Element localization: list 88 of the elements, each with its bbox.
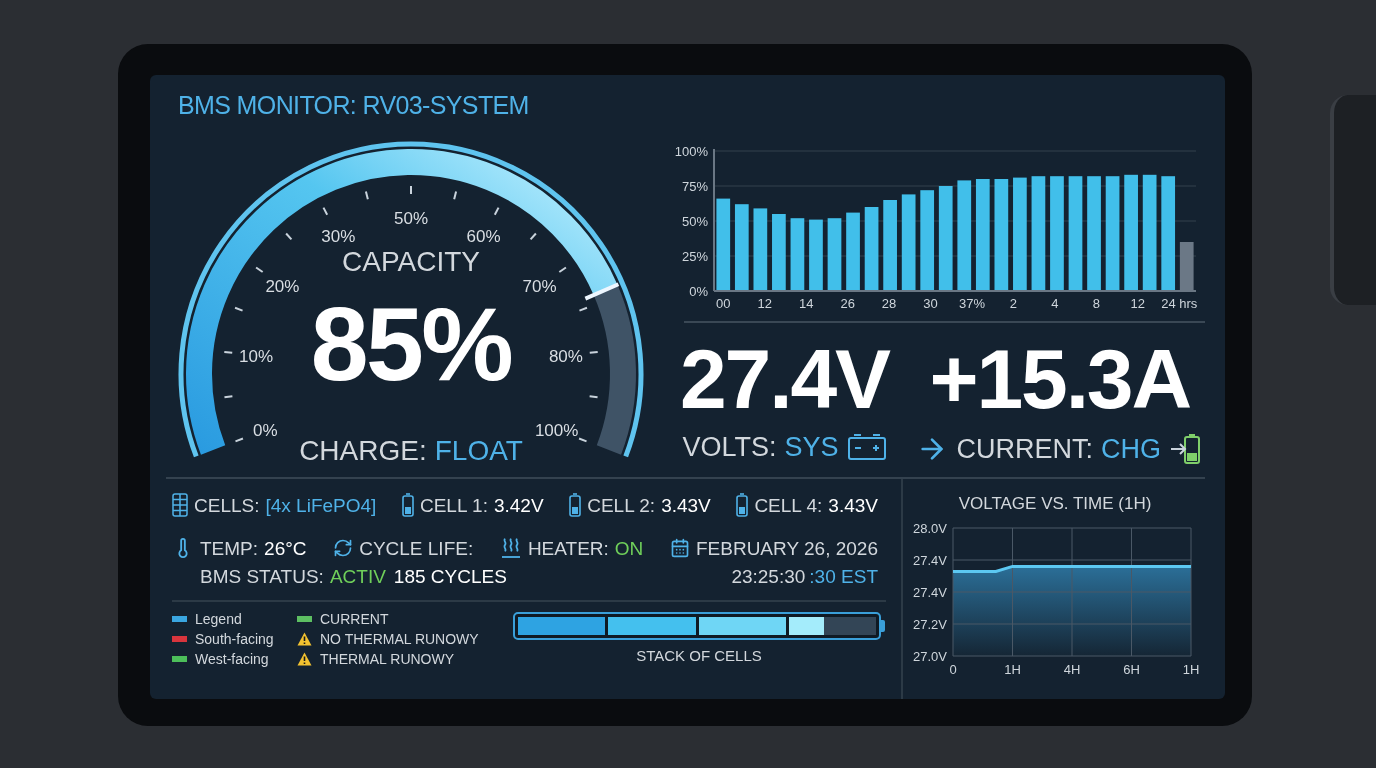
dashboard-title: BMS MONITOR: RV03-SYSTEM xyxy=(178,93,530,118)
stat-value: ON xyxy=(614,538,644,558)
axis-label: 4H xyxy=(1063,662,1081,677)
axis-label: 27.4V xyxy=(913,585,947,600)
axis-label: 100% xyxy=(674,144,708,159)
axis-label: 0 xyxy=(949,662,957,677)
axis-label: 0% xyxy=(689,284,708,299)
axis-label: 28.0V xyxy=(913,521,947,536)
gauge-label: 10% xyxy=(239,346,274,366)
cycle-count: 185 CYCLES xyxy=(393,567,507,586)
gauge-label: 20% xyxy=(265,276,300,296)
axis-label: 27.0V xyxy=(913,649,947,664)
gauge-label: 70% xyxy=(522,276,557,296)
axis-label: 28 xyxy=(881,296,897,311)
refresh-icon xyxy=(333,538,354,558)
readout-label: VOLTS: xyxy=(682,433,777,461)
time-text: 23:25:30 xyxy=(731,567,806,586)
warning-icon xyxy=(297,651,312,666)
stat-value: 3.43V xyxy=(828,495,878,515)
axis-label: 00 xyxy=(716,296,731,311)
axis-label: 27.2V xyxy=(913,617,947,632)
bms-status-value: ACTIV xyxy=(329,567,386,586)
chart-title: VOLTAGE VS. TIME (1H) xyxy=(958,495,1152,512)
capacity-heading: CAPACITY xyxy=(342,248,480,276)
gauge-label: 0% xyxy=(253,420,278,440)
axis-label: 75% xyxy=(681,179,708,194)
stat-label: HEATER: xyxy=(527,538,609,558)
axis-label: 25% xyxy=(681,249,708,264)
gauge-label: 80% xyxy=(548,346,583,366)
axis-label: 26 xyxy=(840,296,855,311)
current-value: +15.3A xyxy=(929,337,1191,421)
readout-label: CURRENT: xyxy=(956,435,1093,463)
battery-charge-icon xyxy=(1169,433,1203,465)
readout-mode: CHG xyxy=(1101,435,1161,463)
legend-label: South-facing xyxy=(195,631,274,646)
stat-label: CYCLE LIFE: xyxy=(359,538,474,558)
calendar-icon xyxy=(669,538,690,558)
axis-label: 24 hrs xyxy=(1161,296,1198,311)
stat-value: 3.43V xyxy=(661,495,711,515)
car-battery-icon xyxy=(846,433,887,461)
stat-label: TEMP: xyxy=(200,538,259,558)
legend-label: NO THERMAL RUNOWY xyxy=(320,631,479,646)
gauge-label: 50% xyxy=(394,209,428,228)
axis-label: 1H xyxy=(1004,662,1021,677)
battery-icon xyxy=(736,493,749,517)
stat-value: 3.42V xyxy=(493,495,544,515)
readout-mode: SYS xyxy=(784,433,839,461)
capacity-value: 85% xyxy=(310,292,512,396)
history-bar xyxy=(1179,242,1194,291)
axis-label: 37% xyxy=(959,296,986,311)
charge-label: CHARGE: xyxy=(299,437,427,465)
axis-label: 14 xyxy=(798,296,814,311)
gauge-label: 30% xyxy=(321,226,356,246)
axis-label: 30 xyxy=(923,296,938,311)
axis-label: 2 xyxy=(1009,296,1018,311)
gauge-label: 60% xyxy=(466,226,501,246)
axis-label: 1H xyxy=(1182,662,1200,677)
stat-value: 26°C xyxy=(264,538,307,558)
time-zone: :30 EST xyxy=(809,567,878,586)
battery-pack-icon xyxy=(172,493,188,517)
voltage-value: 27.4V xyxy=(680,337,890,421)
axis-label: 27.4V xyxy=(913,553,947,568)
bms-status-label: BMS STATUS: xyxy=(200,567,324,586)
stat-label: CELLS: xyxy=(194,495,260,515)
stack-label: STACK OF CELLS xyxy=(636,648,762,663)
stat-label: CELL 4: xyxy=(754,495,823,515)
legend-label: Legend xyxy=(195,611,242,626)
battery-icon xyxy=(401,493,414,517)
date-text: FEBRUARY 26, 2026 xyxy=(695,538,878,558)
stat-value: [4x LiFePO4] xyxy=(265,495,377,515)
history-bar xyxy=(809,219,823,291)
axis-label: 4 xyxy=(1051,296,1059,311)
stat-label: CELL 1: xyxy=(419,495,488,515)
axis-label: 6H xyxy=(1123,662,1140,677)
heat-waves-icon xyxy=(499,537,522,559)
gauge-needle xyxy=(584,282,620,301)
axis-label: 8 xyxy=(1092,296,1100,311)
gauge-label: 100% xyxy=(534,420,579,440)
legend-label: West-facing xyxy=(195,651,269,666)
legend-label: CURRENT xyxy=(320,611,389,626)
charge-mode: FLOAT xyxy=(434,437,523,465)
stat-label: CELL 2: xyxy=(587,495,656,515)
axis-label: 50% xyxy=(681,214,708,229)
axis-label: 12 xyxy=(1130,296,1146,311)
axis-label: 12 xyxy=(757,296,772,311)
warning-icon xyxy=(297,631,312,646)
legend-label: THERMAL RUNOWY xyxy=(320,651,455,666)
battery-icon xyxy=(569,493,582,517)
